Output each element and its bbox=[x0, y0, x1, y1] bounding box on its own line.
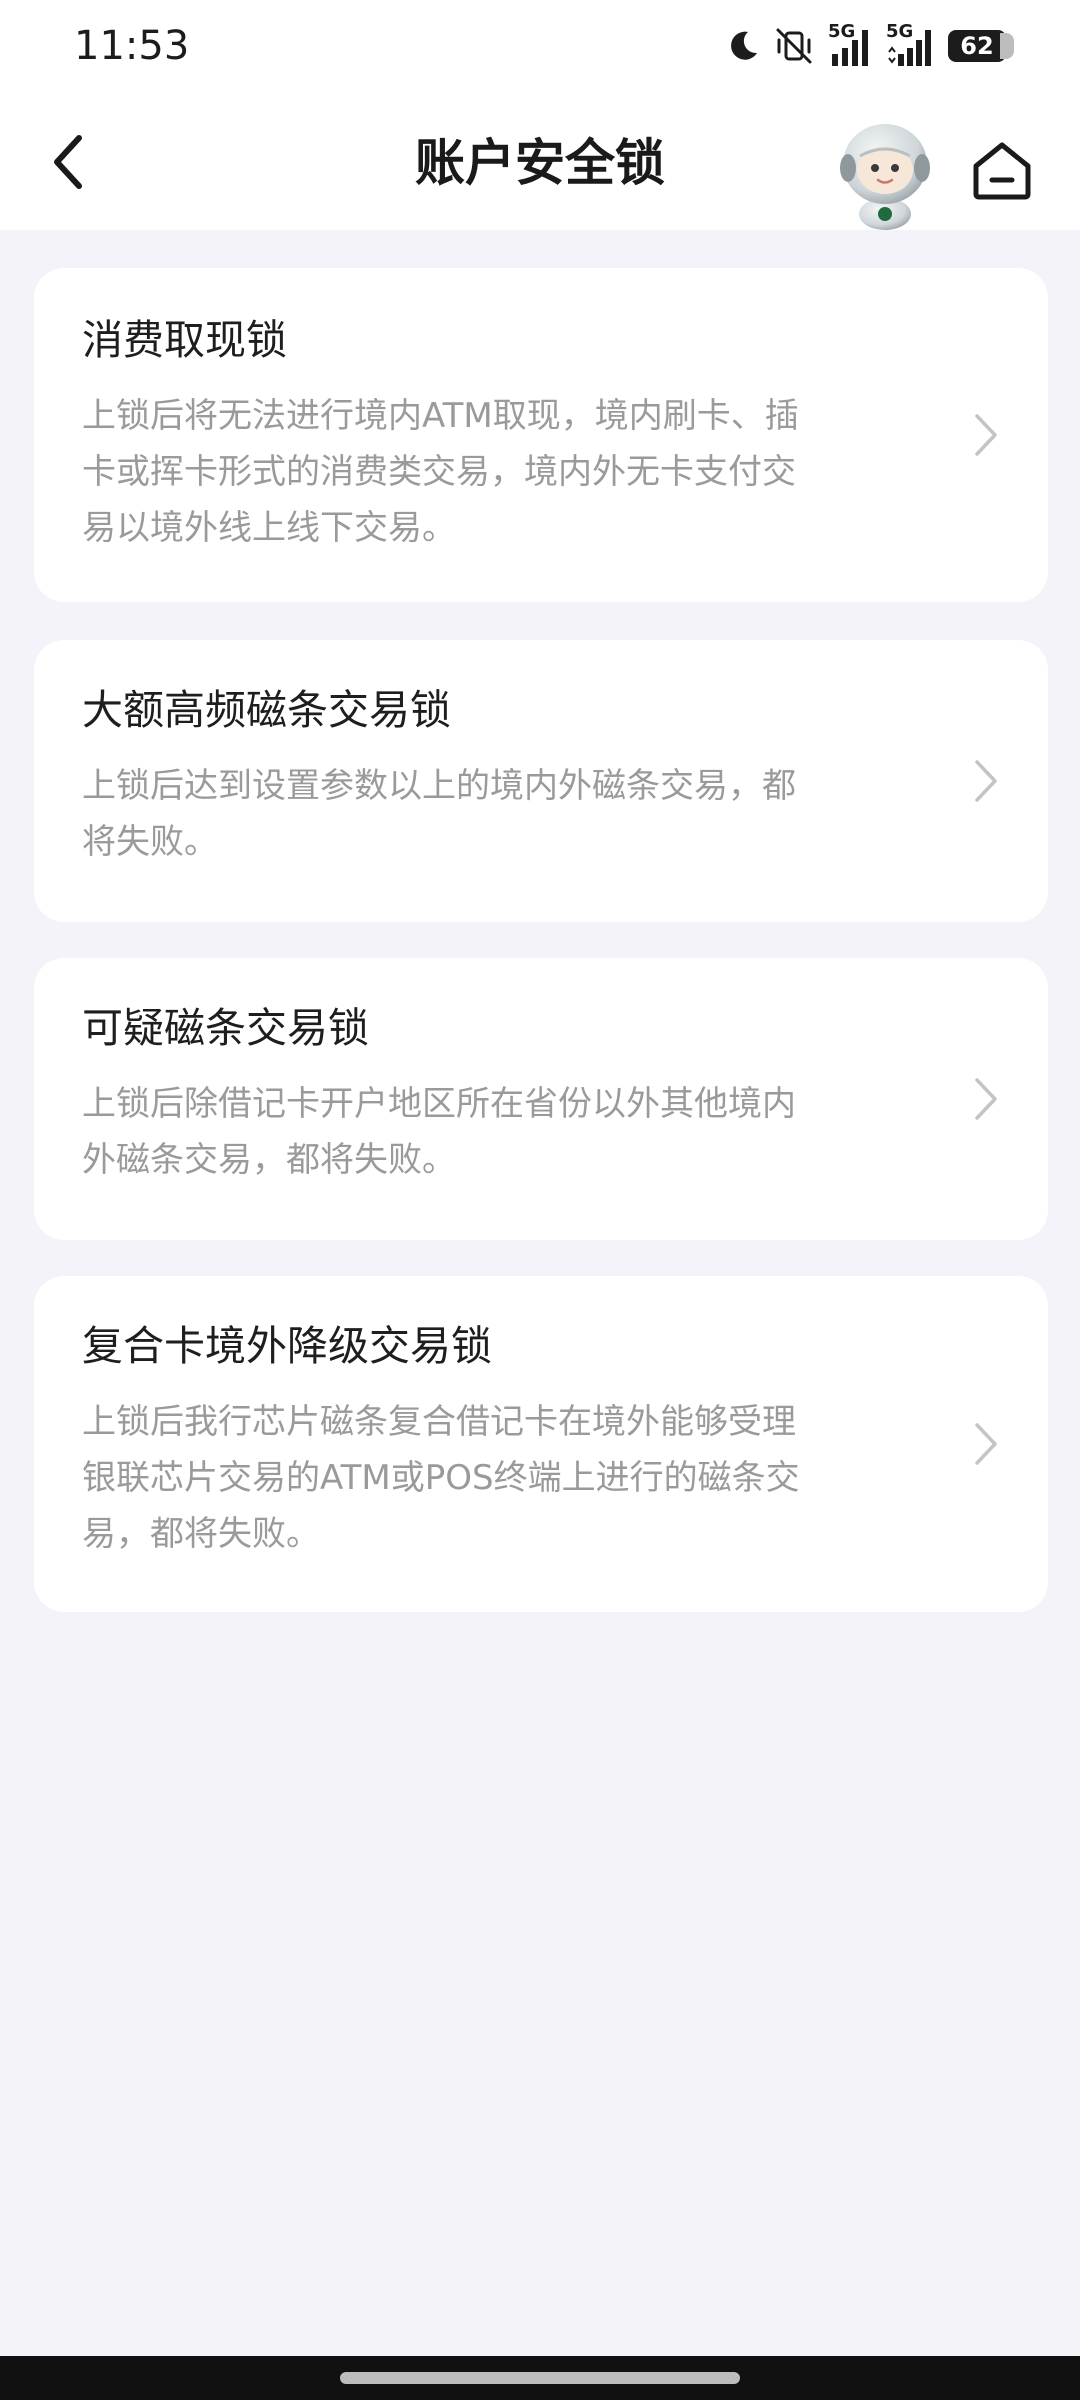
lock-card-consumption-withdrawal[interactable]: 消费取现锁 上锁后将无法进行境内ATM取现，境内刷卡、插 卡或挥卡形式的消费类交… bbox=[34, 268, 1048, 602]
description-line: 上锁后我行芯片磁条复合借记卡在境外能够受理 bbox=[82, 1402, 796, 1442]
network-type-2: 5G bbox=[886, 21, 914, 42]
description-line: 卡或挥卡形式的消费类交易，境内外无卡支付交 bbox=[82, 452, 796, 492]
back-button[interactable] bbox=[34, 126, 100, 198]
lock-card-title: 可疑磁条交易锁 bbox=[82, 1004, 369, 1052]
robot-assistant-icon bbox=[840, 124, 930, 230]
signal-1: 5G bbox=[828, 21, 872, 68]
description-line: 易以境外线上线下交易。 bbox=[82, 508, 456, 548]
lock-card-title: 复合卡境外降级交易锁 bbox=[82, 1322, 492, 1370]
moon-icon bbox=[731, 31, 757, 60]
status-time: 11:53 bbox=[74, 23, 190, 69]
chevron-right-icon bbox=[975, 414, 997, 456]
lock-card-description: 上锁后除借记卡开户地区所在省份以外其他境内 外磁条交易，都将失败。 bbox=[82, 1076, 912, 1188]
network-type-1: 5G bbox=[828, 21, 856, 42]
lock-card-composite-card-overseas-downgrade[interactable]: 复合卡境外降级交易锁 上锁后我行芯片磁条复合借记卡在境外能够受理 银联芯片交易的… bbox=[34, 1276, 1048, 1612]
description-line: 易，都将失败。 bbox=[82, 1514, 320, 1554]
lock-card-description: 上锁后我行芯片磁条复合借记卡在境外能够受理 银联芯片交易的ATM或POS终端上进… bbox=[82, 1394, 912, 1562]
lock-card-title: 大额高频磁条交易锁 bbox=[82, 686, 451, 734]
lock-card-description: 上锁后将无法进行境内ATM取现，境内刷卡、插 卡或挥卡形式的消费类交易，境内外无… bbox=[82, 388, 912, 556]
description-line: 上锁后达到设置参数以上的境内外磁条交易，都 bbox=[82, 766, 796, 806]
status-icons: 5G 5G 62 bbox=[726, 21, 1014, 70]
chevron-right-icon bbox=[975, 760, 997, 802]
battery-level: 62 bbox=[960, 32, 994, 60]
description-line: 上锁后将无法进行境内ATM取现，境内刷卡、插 bbox=[82, 396, 799, 436]
nav-bar: 账户安全锁 bbox=[0, 96, 1080, 230]
home-indicator-handle[interactable] bbox=[340, 2372, 740, 2384]
lock-card-description: 上锁后达到设置参数以上的境内外磁条交易，都 将失败。 bbox=[82, 758, 912, 870]
description-line: 外磁条交易，都将失败。 bbox=[82, 1140, 456, 1180]
home-icon bbox=[973, 142, 1031, 200]
chevron-right-icon bbox=[975, 1078, 997, 1120]
description-line: 银联芯片交易的ATM或POS终端上进行的磁条交 bbox=[82, 1458, 800, 1498]
home-button[interactable] bbox=[968, 138, 1036, 202]
status-bar: 11:53 5G 5G 62 bbox=[0, 0, 1080, 96]
description-line: 上锁后除借记卡开户地区所在省份以外其他境内 bbox=[82, 1084, 796, 1124]
lock-card-title: 消费取现锁 bbox=[82, 316, 287, 364]
battery-icon: 62 bbox=[948, 30, 1014, 62]
vibrate-off-icon bbox=[776, 28, 812, 64]
lock-card-suspicious-magstripe[interactable]: 可疑磁条交易锁 上锁后除借记卡开户地区所在省份以外其他境内 外磁条交易，都将失败… bbox=[34, 958, 1048, 1240]
lock-card-large-frequent-magstripe[interactable]: 大额高频磁条交易锁 上锁后达到设置参数以上的境内外磁条交易，都 将失败。 bbox=[34, 640, 1048, 922]
description-line: 将失败。 bbox=[82, 822, 218, 862]
chevron-right-icon bbox=[975, 1423, 997, 1465]
chevron-left-icon bbox=[54, 135, 82, 189]
signal-2: 5G bbox=[886, 21, 934, 68]
assistant-button[interactable] bbox=[836, 118, 934, 230]
gesture-navigation-bar bbox=[0, 2356, 1080, 2400]
